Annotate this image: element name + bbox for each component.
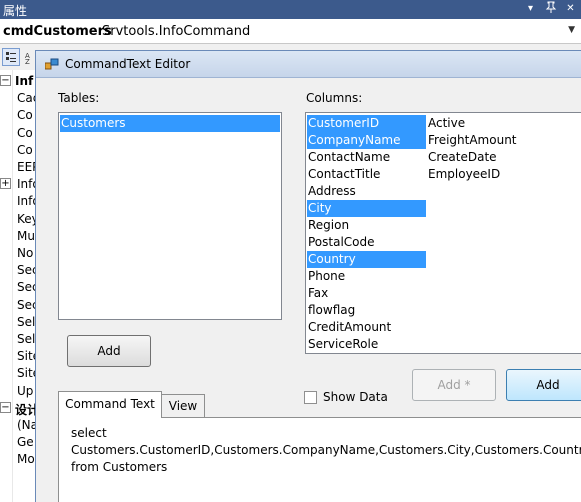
column-list-item[interactable]: EmployeeID bbox=[427, 166, 546, 183]
property-label: Mu bbox=[17, 228, 35, 243]
tab-view-label: View bbox=[168, 399, 198, 413]
column-list-item[interactable]: ServiceRole bbox=[307, 336, 426, 353]
properties-titlebar: 属性 ▾ ✕ bbox=[0, 0, 581, 19]
object-type: Srvtools.InfoCommand bbox=[102, 24, 251, 39]
tab-view[interactable]: View bbox=[161, 394, 205, 417]
columns-label: Columns: bbox=[306, 91, 363, 105]
property-row[interactable]: Ge bbox=[0, 434, 40, 451]
commandtext-editor-dialog: CommandText Editor Tables: Columns: Cust… bbox=[35, 50, 581, 502]
property-row[interactable]: Sel bbox=[0, 331, 40, 348]
column-list-item[interactable]: Region bbox=[307, 217, 426, 234]
column-list-item[interactable]: flowflag bbox=[307, 302, 426, 319]
property-label: No bbox=[17, 246, 34, 260]
dropdown-icon[interactable]: ▾ bbox=[523, 1, 538, 17]
tables-listbox[interactable]: Customers bbox=[58, 112, 282, 320]
property-label: Co bbox=[17, 142, 33, 157]
show-data-label: Show Data bbox=[323, 390, 388, 404]
command-text-line: from Customers bbox=[71, 460, 168, 474]
column-list-item[interactable]: ContactName bbox=[307, 149, 426, 166]
property-row[interactable]: Site bbox=[0, 365, 40, 382]
columns-listbox[interactable]: CustomerID CompanyName ContactName ContactT… bbox=[305, 112, 581, 354]
chevron-down-icon[interactable]: ▼ bbox=[568, 25, 575, 35]
command-text-line: Customers.CustomerID,Customers.CompanyNa… bbox=[71, 443, 581, 457]
pin-icon[interactable] bbox=[543, 1, 558, 17]
column-list-item[interactable]: Active bbox=[427, 115, 546, 132]
column-list-item[interactable]: Fax bbox=[307, 285, 426, 302]
table-list-item[interactable]: Customers bbox=[60, 115, 280, 132]
property-row[interactable]: Sec bbox=[0, 262, 40, 279]
property-row[interactable]: Sec bbox=[0, 279, 40, 296]
close-icon[interactable]: ✕ bbox=[563, 1, 578, 17]
dialog-icon bbox=[44, 58, 59, 71]
command-text-line: select bbox=[71, 426, 107, 440]
categorized-icon[interactable] bbox=[2, 48, 20, 66]
column-list-item[interactable]: Address bbox=[307, 183, 426, 200]
property-row[interactable]: Site bbox=[0, 348, 40, 365]
tab-command-text[interactable]: Command Text bbox=[58, 391, 162, 418]
column-list-item[interactable]: FreightAmount bbox=[427, 132, 546, 149]
tab-command-text-label: Command Text bbox=[65, 397, 155, 411]
property-row[interactable]: + Info bbox=[0, 176, 40, 193]
column-list-item[interactable]: Phone bbox=[307, 268, 426, 285]
svg-text:Z: Z bbox=[25, 58, 30, 65]
property-row[interactable]: Key bbox=[0, 211, 40, 228]
property-label: Up bbox=[17, 383, 34, 398]
property-row[interactable]: Co bbox=[0, 142, 40, 159]
column-list-item[interactable]: CreateDate bbox=[427, 149, 546, 166]
collapse-icon[interactable]: − bbox=[0, 75, 11, 86]
add-star-button[interactable]: Add * bbox=[412, 369, 496, 401]
dialog-titlebar: CommandText Editor bbox=[36, 51, 581, 78]
command-text-area[interactable]: select Customers.CustomerID,Customers.Co… bbox=[58, 417, 581, 502]
collapse-icon[interactable]: − bbox=[0, 401, 11, 413]
column-list-item[interactable]: CustomerID bbox=[307, 115, 426, 132]
column-list-item[interactable]: CompanyName bbox=[307, 132, 426, 149]
column-list-item[interactable]: CreditAmount bbox=[307, 319, 426, 336]
property-label: Co bbox=[17, 108, 33, 123]
add-table-button[interactable]: Add bbox=[67, 335, 151, 367]
object-selector[interactable]: cmdCustomers Srvtools.InfoCommand ▼ bbox=[0, 19, 581, 44]
property-grid: − Inf Cac Co Co Co EEP + Info Info Key Mu No Sec Sec Se… bbox=[0, 70, 40, 502]
dialog-title: CommandText Editor bbox=[65, 57, 191, 71]
column-list-item[interactable]: ContactTitle bbox=[307, 166, 426, 183]
property-label: Mo bbox=[17, 452, 35, 467]
property-row[interactable]: Mu bbox=[0, 228, 40, 245]
column-list-item[interactable]: PostalCode bbox=[307, 234, 426, 251]
show-data-checkbox[interactable] bbox=[304, 391, 317, 404]
object-name: cmdCustomers bbox=[3, 24, 112, 39]
add-column-button[interactable]: Add bbox=[506, 369, 581, 401]
property-label: Sel bbox=[17, 314, 36, 329]
property-row[interactable]: Cac bbox=[0, 90, 40, 107]
tables-label: Tables: bbox=[58, 91, 100, 105]
column-list-item[interactable]: City bbox=[307, 200, 426, 217]
property-row[interactable]: Co bbox=[0, 107, 40, 124]
property-row[interactable]: Sec bbox=[0, 297, 40, 314]
property-category[interactable]: − Inf bbox=[0, 73, 40, 90]
property-category[interactable]: − 设计 bbox=[0, 400, 40, 417]
properties-title: 属性 bbox=[3, 4, 28, 18]
property-row[interactable]: (Na bbox=[0, 417, 40, 434]
property-row[interactable]: Co bbox=[0, 125, 40, 142]
column-list-item[interactable]: Country bbox=[307, 251, 426, 268]
property-label: Co bbox=[17, 125, 33, 140]
property-label: Inf bbox=[15, 74, 34, 88]
property-label: Sel bbox=[17, 332, 36, 346]
property-row[interactable]: Sel bbox=[0, 314, 40, 331]
property-label: Ge bbox=[17, 435, 34, 450]
property-row[interactable]: No bbox=[0, 245, 40, 262]
property-row[interactable]: Info bbox=[0, 193, 40, 210]
property-row[interactable]: Up bbox=[0, 383, 40, 400]
property-row[interactable]: EEP bbox=[0, 159, 40, 176]
property-row[interactable]: Mo bbox=[0, 451, 40, 468]
expand-icon[interactable]: + bbox=[0, 178, 11, 190]
